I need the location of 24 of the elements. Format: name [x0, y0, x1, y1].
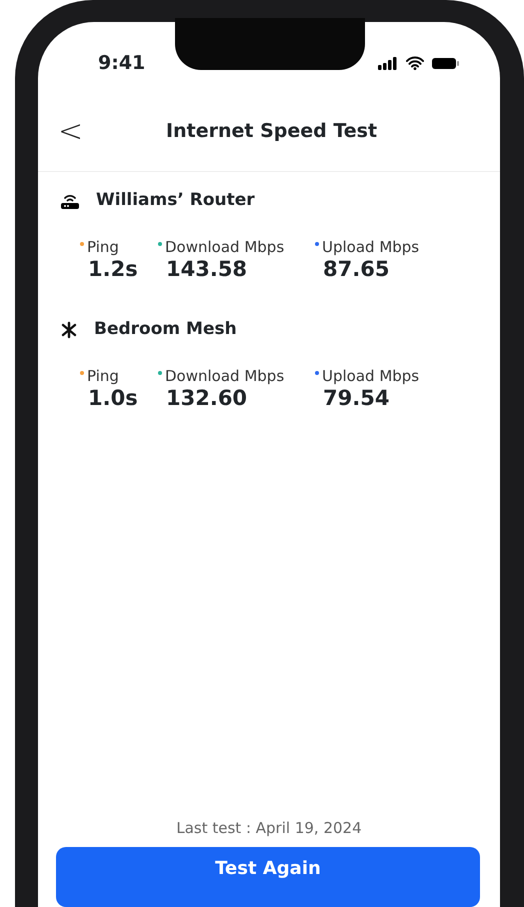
wifi-icon — [406, 56, 424, 70]
metric-label: Ping — [87, 366, 119, 387]
last-test-date: Last test : April 19, 2024 — [175, 818, 363, 838]
back-button[interactable]: < — [58, 116, 84, 146]
metric-label: Download Mbps — [165, 366, 284, 387]
metric-value: 1.0s — [87, 387, 139, 410]
router-icon — [60, 192, 80, 209]
signal-icon — [378, 56, 398, 70]
battery-icon — [432, 56, 460, 70]
status-time: 9:41 — [98, 50, 146, 76]
page-title: Internet Speed Test — [165, 119, 378, 144]
metric-value: 132.60 — [165, 387, 248, 410]
metric-value: 79.54 — [322, 387, 390, 410]
device-name: Bedroom Mesh — [94, 318, 237, 342]
metric-label: Ping — [87, 236, 119, 258]
metric-label: Upload Mbps — [322, 366, 420, 387]
metric-value: 143.58 — [165, 258, 248, 282]
test-again-button[interactable]: Test Again — [56, 847, 480, 907]
metric-value: 87.65 — [322, 258, 390, 282]
mesh-icon — [60, 320, 78, 339]
metric-label: Upload Mbps — [322, 236, 420, 258]
device-name: Williams’ Router — [96, 189, 255, 212]
metric-label: Download Mbps — [165, 236, 284, 258]
metric-value: 1.2s — [87, 258, 139, 282]
